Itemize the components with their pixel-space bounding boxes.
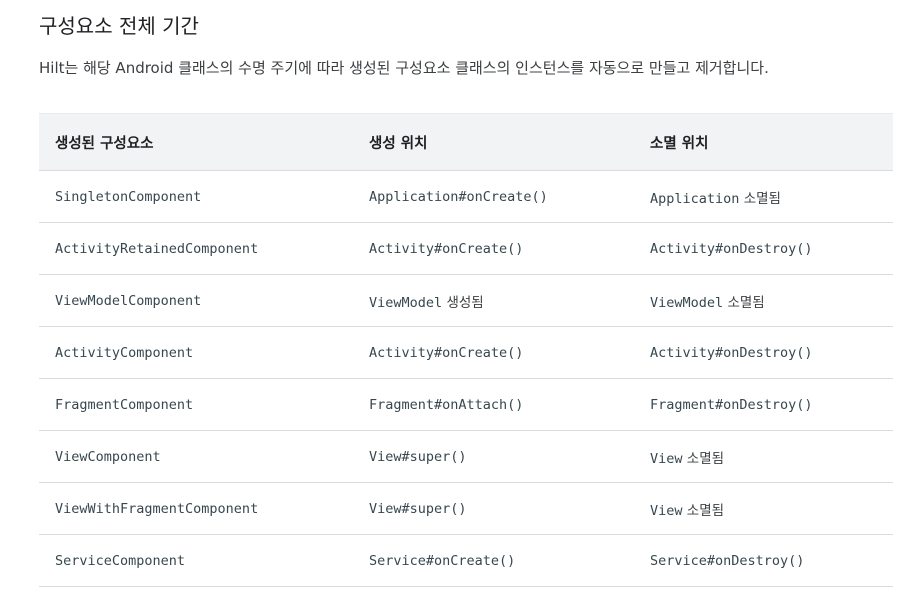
table-row: ActivityComponent Activity#onCreate() Ac… xyxy=(39,326,893,379)
table-row: ServiceComponent Service#onCreate() Serv… xyxy=(39,534,893,587)
created-cell: Service#onCreate() xyxy=(353,534,634,587)
section-heading: 구성요소 전체 기간 xyxy=(39,14,199,38)
destroyed-cell: Application 소멸됨 xyxy=(634,170,893,223)
header-destroyed-at: 소멸 위치 xyxy=(634,113,893,171)
component-cell: ViewComponent xyxy=(39,430,353,483)
component-cell: ViewModelComponent xyxy=(39,274,353,327)
component-name: ViewModelComponent xyxy=(55,292,202,309)
destroyed-cell: Activity#onDestroy() xyxy=(634,326,893,379)
destroyed-code: ViewModel xyxy=(650,294,724,311)
created-code: Activity#onCreate() xyxy=(369,240,524,257)
page: 구성요소 전체 기간 Hilt는 해당 Android 클래스의 수명 주기에 … xyxy=(0,0,920,601)
destroyed-code: Service#onDestroy() xyxy=(650,552,805,569)
table-header-row: 생성된 구성요소 생성 위치 소멸 위치 xyxy=(39,113,893,171)
destroyed-text: 소멸됨 xyxy=(739,190,781,207)
component-name: SingletonComponent xyxy=(55,188,202,205)
destroyed-cell: Service#onDestroy() xyxy=(634,534,893,587)
created-cell: Activity#onCreate() xyxy=(353,222,634,275)
created-cell: Activity#onCreate() xyxy=(353,326,634,379)
created-code: Service#onCreate() xyxy=(369,552,516,569)
component-cell: ServiceComponent xyxy=(39,534,353,587)
created-code: Activity#onCreate() xyxy=(369,344,524,361)
header-generated-component: 생성된 구성요소 xyxy=(39,113,353,171)
table-row: ViewComponent View#super() View 소멸됨 xyxy=(39,430,893,483)
destroyed-cell: Activity#onDestroy() xyxy=(634,222,893,275)
component-cell: SingletonComponent xyxy=(39,170,353,223)
created-code: Fragment#onAttach() xyxy=(369,396,524,413)
component-name: ViewComponent xyxy=(55,448,161,465)
created-text: 생성됨 xyxy=(442,294,484,311)
destroyed-code: Application xyxy=(650,190,740,207)
destroyed-code: View xyxy=(650,450,683,467)
destroyed-code: Fragment#onDestroy() xyxy=(650,396,813,413)
created-code: View#super() xyxy=(369,500,467,517)
component-cell: ActivityRetainedComponent xyxy=(39,222,353,275)
component-name: ActivityRetainedComponent xyxy=(55,240,259,257)
table-body: SingletonComponent Application#onCreate(… xyxy=(39,170,893,587)
destroyed-text: 소멸됨 xyxy=(723,294,765,311)
table-header: 생성된 구성요소 생성 위치 소멸 위치 xyxy=(39,113,893,171)
component-cell: FragmentComponent xyxy=(39,378,353,431)
table-row: SingletonComponent Application#onCreate(… xyxy=(39,170,893,223)
destroyed-text: 소멸됨 xyxy=(682,502,725,519)
table-row: ActivityRetainedComponent Activity#onCre… xyxy=(39,222,893,275)
component-cell: ViewWithFragmentComponent xyxy=(39,482,353,535)
component-name: ActivityComponent xyxy=(55,344,194,361)
destroyed-cell: View 소멸됨 xyxy=(634,482,893,535)
destroyed-cell: Fragment#onDestroy() xyxy=(634,378,893,431)
created-cell: View#super() xyxy=(353,430,634,483)
destroyed-text: 소멸됨 xyxy=(682,450,725,467)
destroyed-code: Activity#onDestroy() xyxy=(650,344,813,361)
component-lifetimes-table: 생성된 구성요소 생성 위치 소멸 위치 SingletonComponent … xyxy=(39,113,893,587)
table-row: ViewModelComponent ViewModel 생성됨 ViewMod… xyxy=(39,274,893,327)
created-code: View#super() xyxy=(369,448,467,465)
created-code: ViewModel xyxy=(369,294,443,311)
created-cell: Fragment#onAttach() xyxy=(353,378,634,431)
destroyed-cell: ViewModel 소멸됨 xyxy=(634,274,893,327)
destroyed-code: View xyxy=(650,502,683,519)
table-row: FragmentComponent Fragment#onAttach() Fr… xyxy=(39,378,893,431)
created-cell: View#super() xyxy=(353,482,634,535)
created-code: Application#onCreate() xyxy=(369,188,548,205)
destroyed-cell: View 소멸됨 xyxy=(634,430,893,483)
component-name: FragmentComponent xyxy=(55,396,194,413)
destroyed-code: Activity#onDestroy() xyxy=(650,240,813,257)
table-row: ViewWithFragmentComponent View#super() V… xyxy=(39,482,893,535)
component-cell: ActivityComponent xyxy=(39,326,353,379)
created-cell: Application#onCreate() xyxy=(353,170,634,223)
section-description: Hilt는 해당 Android 클래스의 수명 주기에 따라 생성된 구성요소… xyxy=(39,59,769,77)
created-cell: ViewModel 생성됨 xyxy=(353,274,634,327)
component-name: ServiceComponent xyxy=(55,552,186,569)
component-name: ViewWithFragmentComponent xyxy=(55,500,259,517)
header-created-at: 생성 위치 xyxy=(353,113,634,171)
